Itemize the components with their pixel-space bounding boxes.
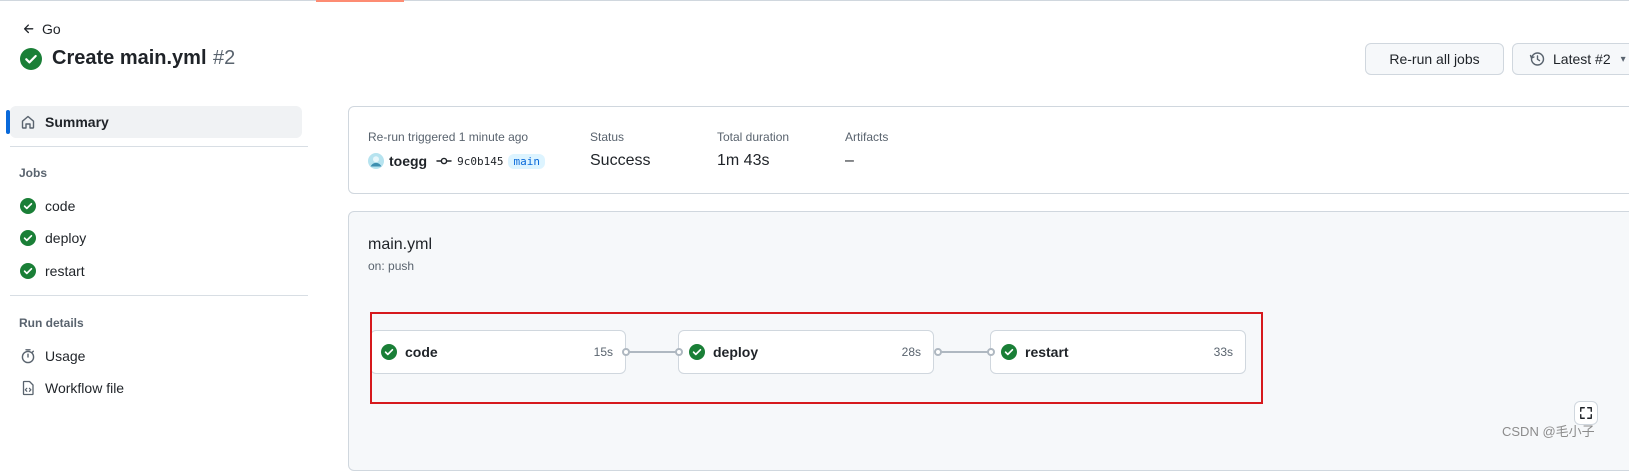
active-tab-underline <box>316 0 404 2</box>
back-link-label: Go <box>42 21 61 37</box>
job-node-deploy[interactable]: deploy 28s <box>678 330 934 374</box>
duration-label: Total duration <box>717 130 790 144</box>
stopwatch-icon <box>20 348 36 364</box>
sidebar-item-label: Summary <box>45 114 109 130</box>
sidebar-item-workflow-file[interactable]: Workflow file <box>10 372 302 404</box>
success-check-icon <box>20 230 36 246</box>
commit-info: toegg 9c0b145 main <box>368 153 545 169</box>
workflow-name[interactable]: main.yml <box>368 236 432 254</box>
artifacts-label: Artifacts <box>845 130 889 144</box>
success-check-icon <box>20 47 42 70</box>
sidebar-divider <box>10 295 308 296</box>
sidebar-item-label: Workflow file <box>45 380 125 396</box>
success-check-icon <box>20 198 36 214</box>
trigger-info: Re-run triggered 1 minute ago <box>368 130 528 144</box>
status-value: Success <box>590 152 651 169</box>
back-link[interactable]: Go <box>22 21 61 37</box>
status-label: Status <box>590 130 625 144</box>
watermark: CSDN @毛小子 <box>1502 424 1595 439</box>
run-summary-card <box>348 106 1629 194</box>
job-duration: 15s <box>593 345 613 359</box>
artifacts-value: – <box>845 152 854 169</box>
run-number: #2 <box>212 47 236 69</box>
avatar[interactable] <box>368 153 384 169</box>
job-duration: 28s <box>901 345 921 359</box>
workflow-trigger: on: push <box>368 259 415 273</box>
job-name: deploy <box>713 344 759 360</box>
top-border <box>0 0 1629 1</box>
sidebar-item-usage[interactable]: Usage <box>10 340 302 372</box>
sidebar-item-summary[interactable]: Summary <box>10 106 302 138</box>
job-name: restart <box>1025 344 1069 360</box>
rerun-all-jobs-button[interactable]: Re-run all jobs <box>1365 43 1504 75</box>
job-connector-dot <box>675 348 683 356</box>
sidebar-divider <box>10 146 308 147</box>
sidebar-item-label: restart <box>45 263 85 279</box>
attempt-select-label: Latest #2 <box>1553 51 1611 67</box>
success-check-icon <box>381 344 397 360</box>
trigger-time[interactable]: 1 minute ago <box>459 130 528 144</box>
success-check-icon <box>689 344 705 360</box>
file-code-icon <box>20 380 36 396</box>
history-icon <box>1529 51 1545 67</box>
git-commit-icon <box>436 153 452 169</box>
job-node-code[interactable]: code 15s <box>370 330 626 374</box>
jobs-heading: Jobs <box>19 166 48 180</box>
success-check-icon <box>1001 344 1017 360</box>
page-title: Create main.yml #2 <box>20 47 235 70</box>
sidebar-item-label: Usage <box>45 348 86 364</box>
sidebar-item-job-restart[interactable]: restart <box>10 255 302 287</box>
duration-value: 1m 43s <box>717 152 770 169</box>
sidebar-item-label: deploy <box>45 230 87 246</box>
actor-username[interactable]: toegg <box>389 153 427 169</box>
rerun-all-jobs-label: Re-run all jobs <box>1389 51 1480 67</box>
run-details-heading: Run details <box>19 316 84 330</box>
attempt-select-button[interactable]: Latest #2 ▾ <box>1512 43 1629 75</box>
job-connector-line <box>626 351 680 353</box>
job-connector-line <box>938 351 992 353</box>
sidebar-active-indicator <box>6 110 10 134</box>
job-connector-dot <box>934 348 942 356</box>
sidebar-item-job-code[interactable]: code <box>10 190 302 222</box>
job-name: code <box>405 344 438 360</box>
job-duration: 33s <box>1213 345 1233 359</box>
home-icon <box>20 114 36 130</box>
commit-sha-link[interactable]: 9c0b145 <box>457 155 503 168</box>
job-connector-dot <box>622 348 630 356</box>
job-connector-dot <box>987 348 995 356</box>
screen-full-icon <box>1579 406 1593 420</box>
job-node-restart[interactable]: restart 33s <box>990 330 1246 374</box>
triangle-down-icon: ▾ <box>1620 53 1626 65</box>
branch-badge[interactable]: main <box>508 153 545 169</box>
success-check-icon <box>20 263 36 279</box>
trigger-label: Re-run triggered <box>368 130 456 144</box>
arrow-left-icon <box>22 22 36 36</box>
sidebar-item-job-deploy[interactable]: deploy <box>10 222 302 254</box>
workflow-run-title: Create main.yml <box>52 47 207 69</box>
sidebar-item-label: code <box>45 198 76 214</box>
